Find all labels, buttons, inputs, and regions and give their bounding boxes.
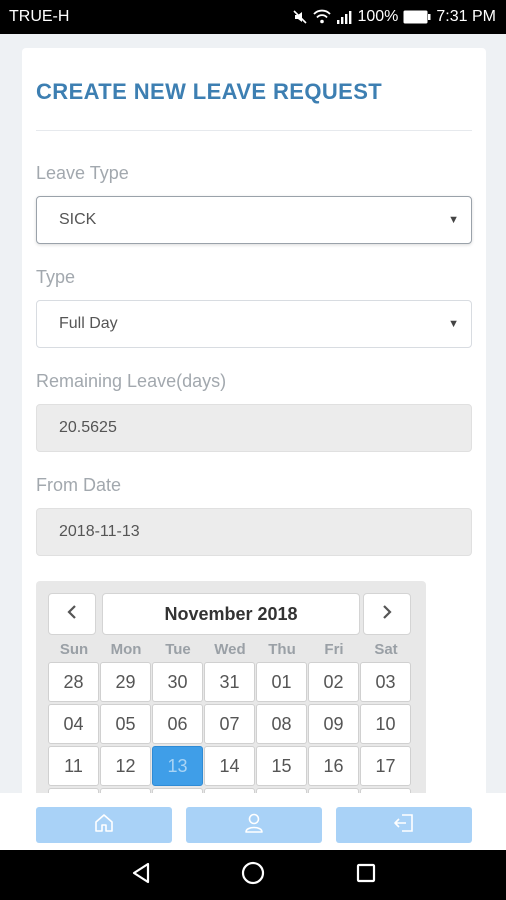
leave-request-card: CREATE NEW LEAVE REQUEST Leave Type SICK…: [22, 48, 486, 808]
calendar-day[interactable]: 03: [360, 662, 411, 702]
logout-icon: [392, 812, 416, 839]
prev-month-button[interactable]: [48, 593, 96, 635]
battery-icon: [403, 10, 431, 24]
calendar-day[interactable]: 30: [152, 662, 203, 702]
title-divider: [36, 130, 472, 131]
home-icon: [93, 812, 115, 839]
from-date-field[interactable]: 2018-11-13: [36, 508, 472, 556]
calendar-day[interactable]: 07: [204, 704, 255, 744]
calendar-day[interactable]: 16: [308, 746, 359, 786]
recents-square-icon: [355, 862, 377, 889]
logout-button[interactable]: [336, 807, 472, 843]
back-button[interactable]: [128, 862, 154, 888]
remaining-leave-value: 20.5625: [59, 419, 117, 436]
weekday-label: Wed: [214, 641, 246, 658]
calendar-day[interactable]: 01: [256, 662, 307, 702]
leave-type-select[interactable]: SICK ▼: [36, 196, 472, 244]
profile-icon: [243, 812, 265, 839]
weekday-label: Tue: [165, 641, 191, 658]
chevron-right-icon: [380, 604, 394, 625]
type-select[interactable]: Full Day ▼: [36, 300, 472, 348]
calendar-day[interactable]: 04: [48, 704, 99, 744]
month-title-button[interactable]: November 2018: [102, 593, 360, 635]
calendar-day[interactable]: 11: [48, 746, 99, 786]
calendar-day[interactable]: 14: [204, 746, 255, 786]
next-month-button[interactable]: [363, 593, 411, 635]
profile-button[interactable]: [186, 807, 322, 843]
calendar-day[interactable]: 06: [152, 704, 203, 744]
weekday-label: Fri: [324, 641, 344, 658]
calendar-day-selected[interactable]: 13: [152, 746, 203, 786]
mute-icon: [292, 9, 308, 25]
carrier-label: TRUE-H: [9, 8, 70, 25]
calendar-day[interactable]: 31: [204, 662, 255, 702]
weekday-label: Mon: [110, 641, 142, 658]
type-value: Full Day: [59, 315, 118, 332]
system-nav-bar: [0, 850, 506, 900]
home-button[interactable]: [36, 807, 172, 843]
calendar-day[interactable]: 10: [360, 704, 411, 744]
signal-icon: [336, 9, 352, 25]
back-triangle-icon: [130, 861, 152, 890]
weekday-label: Thu: [268, 641, 296, 658]
wifi-icon: [313, 9, 332, 25]
calendar-day[interactable]: 28: [48, 662, 99, 702]
page-title: CREATE NEW LEAVE REQUEST: [36, 79, 383, 104]
date-picker: November 2018 Sun Mon Tue Wed Thu Fri Sa…: [36, 581, 426, 808]
clock: 7:31 PM: [436, 8, 496, 25]
weekday-label: Sat: [374, 641, 398, 658]
leave-type-value: SICK: [59, 211, 97, 228]
home-circle-icon: [240, 860, 266, 891]
from-date-value: 2018-11-13: [59, 523, 140, 540]
chevron-down-icon: ▼: [448, 318, 459, 330]
chevron-down-icon: ▼: [448, 214, 459, 226]
remaining-leave-field: 20.5625: [36, 404, 472, 452]
from-date-label: From Date: [36, 475, 122, 495]
recents-button[interactable]: [353, 862, 379, 888]
type-label: Type: [36, 267, 76, 287]
home-system-button[interactable]: [240, 860, 266, 891]
calendar-day[interactable]: 12: [100, 746, 151, 786]
calendar-day[interactable]: 05: [100, 704, 151, 744]
calendar-day[interactable]: 15: [256, 746, 307, 786]
bottom-nav: [0, 793, 506, 850]
leave-type-label: Leave Type: [36, 163, 129, 183]
calendar-day[interactable]: 08: [256, 704, 307, 744]
calendar-day[interactable]: 17: [360, 746, 411, 786]
calendar-day[interactable]: 02: [308, 662, 359, 702]
remaining-leave-label: Remaining Leave(days): [36, 371, 227, 391]
status-icons: 100% 7:31 PM: [292, 8, 496, 26]
status-bar: TRUE-H 100% 7:31 PM: [0, 0, 506, 34]
chevron-left-icon: [65, 604, 79, 625]
calendar-day[interactable]: 09: [308, 704, 359, 744]
battery-percent: 100%: [357, 8, 399, 25]
weekday-label: Sun: [59, 641, 89, 658]
calendar-day[interactable]: 29: [100, 662, 151, 702]
